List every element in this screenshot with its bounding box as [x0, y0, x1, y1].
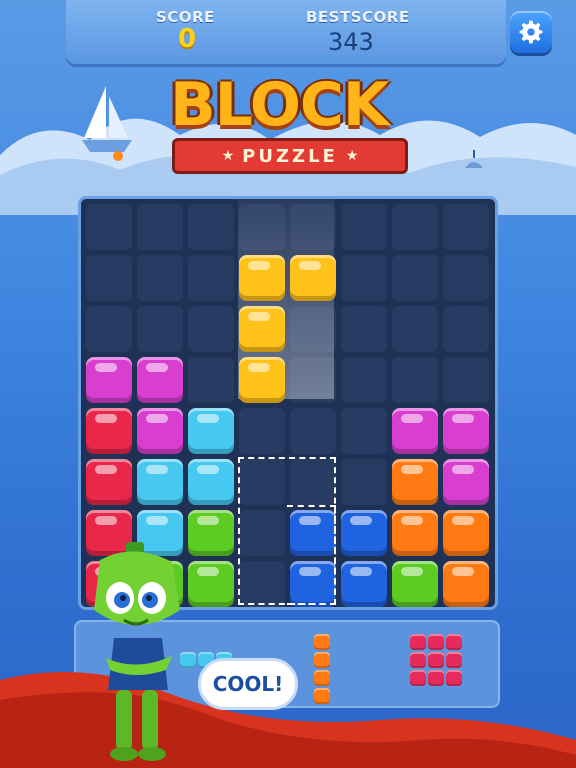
block-magenta — [443, 408, 489, 454]
board-cell[interactable] — [290, 408, 336, 454]
board-cell[interactable] — [137, 204, 183, 250]
block-cyan — [137, 459, 183, 505]
block-yellow — [239, 357, 285, 403]
board-cell[interactable] — [341, 306, 387, 352]
best-score-label: BESTSCORE — [306, 8, 410, 26]
board-cell[interactable] — [392, 357, 438, 403]
board-cell[interactable] — [239, 408, 285, 454]
logo-ribbon: ★ PUZZLE ★ — [172, 138, 408, 174]
block-green — [392, 561, 438, 607]
block-red — [86, 459, 132, 505]
block-orange — [392, 510, 438, 556]
logo-title: BLOCK — [170, 70, 389, 140]
logo-subtitle: PUZZLE — [242, 145, 338, 167]
board-cell[interactable] — [392, 306, 438, 352]
block-magenta — [86, 357, 132, 403]
block-cyan — [188, 408, 234, 454]
score-bar: SCORE 0 BESTSCORE 343 — [66, 0, 552, 64]
board-cell[interactable] — [137, 255, 183, 301]
board-cell[interactable] — [86, 204, 132, 250]
block-blue — [341, 510, 387, 556]
board-cell[interactable] — [341, 357, 387, 403]
board-cell[interactable] — [137, 306, 183, 352]
board-cell[interactable] — [188, 306, 234, 352]
board-cell[interactable] — [392, 204, 438, 250]
placement-outline-b — [287, 505, 336, 605]
block-magenta — [392, 408, 438, 454]
board-cell[interactable] — [188, 357, 234, 403]
board-cell[interactable] — [86, 255, 132, 301]
game-logo: BLOCK ★ PUZZLE ★ — [160, 66, 420, 186]
block-cyan — [188, 459, 234, 505]
board-cell[interactable] — [341, 408, 387, 454]
block-magenta — [137, 357, 183, 403]
sailboat-icon — [82, 86, 132, 161]
best-score-value: 343 — [328, 28, 374, 56]
score-value: 0 — [178, 24, 197, 54]
board-cell[interactable] — [443, 204, 489, 250]
block-yellow — [290, 255, 336, 301]
block-blue — [341, 561, 387, 607]
board-cell[interactable] — [188, 204, 234, 250]
board-cell[interactable] — [443, 255, 489, 301]
block-red — [86, 408, 132, 454]
block-yellow — [239, 255, 285, 301]
block-magenta — [137, 408, 183, 454]
star-icon: ★ — [221, 148, 235, 164]
gear-icon — [519, 20, 543, 44]
settings-button[interactable] — [510, 11, 552, 53]
board-cell[interactable] — [443, 306, 489, 352]
board-cell[interactable] — [443, 357, 489, 403]
block-yellow — [239, 306, 285, 352]
block-orange — [392, 459, 438, 505]
star-icon: ★ — [345, 148, 359, 164]
speech-bubble: COOL! — [198, 658, 298, 710]
speech-text: COOL! — [212, 672, 284, 696]
block-magenta — [443, 459, 489, 505]
board-cell[interactable] — [341, 255, 387, 301]
buoy-icon — [465, 150, 483, 168]
mascot-character — [94, 542, 180, 761]
board-cell[interactable] — [392, 255, 438, 301]
board-cell[interactable] — [86, 306, 132, 352]
block-orange — [443, 561, 489, 607]
board-cell[interactable] — [341, 459, 387, 505]
board-cell[interactable] — [341, 204, 387, 250]
board-cell[interactable] — [188, 255, 234, 301]
block-orange — [443, 510, 489, 556]
